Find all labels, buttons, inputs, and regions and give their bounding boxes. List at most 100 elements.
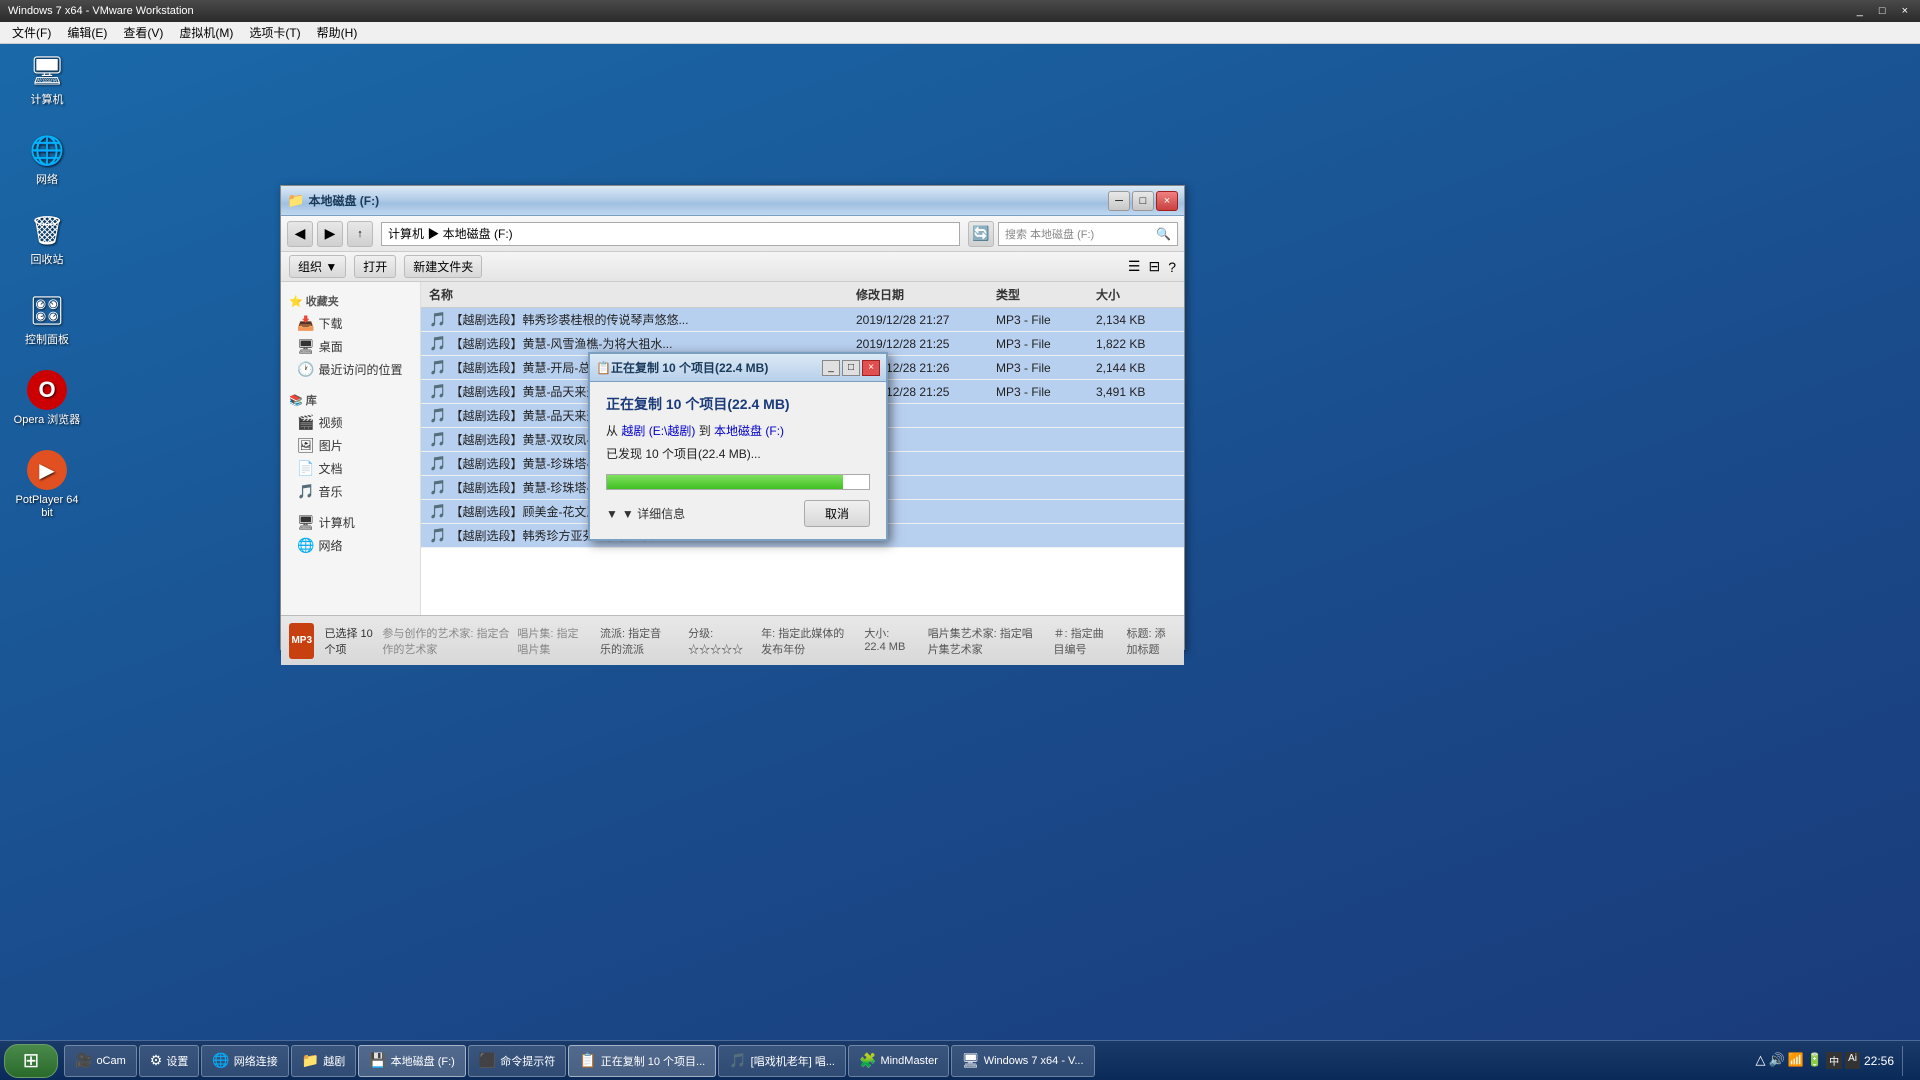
chevron-down-icon: ▼ [606, 507, 618, 521]
status-size: 大小: 22.4 MB [864, 625, 911, 657]
menu-view[interactable]: 查看(V) [115, 22, 171, 43]
desktop-icon-potplayer[interactable]: ▶ PotPlayer 64 bit [12, 450, 82, 520]
taskbar-btn-yuejiu[interactable]: 📁 越剧 [291, 1045, 356, 1077]
tray-expand[interactable]: △ [1756, 1052, 1766, 1069]
status-source: 流派: 指定音乐的流派 [600, 625, 672, 657]
taskbar: ⊞ 🎥 oCam ⚙ 设置 🌐 网络连接 📁 越剧 💾 本地磁盘 (F:) ⬛ … [0, 1040, 1920, 1080]
table-row[interactable]: 🎵【越剧选段】韩秀珍裘桂根的传说琴声悠悠... 2019/12/28 21:27… [421, 308, 1184, 332]
network-icon: 🌐 [27, 130, 67, 170]
dialog-titlebar: 📋 正在复制 10 个项目(22.4 MB) _ □ × [590, 354, 886, 382]
new-folder-button[interactable]: 新建文件夹 [404, 255, 482, 278]
taskbar-btn-copying[interactable]: 📋 正在复制 10 个项目... [568, 1045, 716, 1077]
maximize-button[interactable]: □ [1132, 191, 1154, 211]
sidebar-item-music[interactable]: 🎵 音乐 [281, 480, 420, 503]
sidebar-item-documents[interactable]: 📄 文档 [281, 457, 420, 480]
help-button[interactable]: ? [1168, 259, 1176, 275]
file-list-header: 名称 修改日期 类型 大小 [421, 282, 1184, 308]
opera-icon: O [27, 370, 67, 410]
sidebar-item-network[interactable]: 🌐 网络 [281, 534, 420, 557]
desktop-icon-computer[interactable]: 🖥 计算机 [12, 50, 82, 107]
vmware-minimize[interactable]: _ [1853, 5, 1867, 17]
taskbar-btn-cmd[interactable]: ⬛ 命令提示符 [468, 1045, 566, 1077]
up-button[interactable]: ↑ [347, 221, 373, 247]
cmd-icon: ⬛ [479, 1052, 496, 1069]
menu-tabs[interactable]: 选项卡(T) [241, 22, 308, 43]
tray-ime[interactable]: 中 [1826, 1052, 1842, 1069]
taskbar-btn-ocam[interactable]: 🎥 oCam [64, 1045, 137, 1077]
system-tray: △ 🔊 📶 🔋 中 Ai 22:56 [1748, 1046, 1917, 1076]
dialog-to-dest: 本地磁盘 (F:) [714, 424, 784, 438]
col-date[interactable]: 修改日期 [856, 286, 996, 303]
desktop-icon-controlpanel[interactable]: 🎛 控制面板 [12, 290, 82, 347]
progress-bar-container [606, 474, 870, 490]
dialog-close[interactable]: × [862, 360, 880, 376]
view-details[interactable]: ⊟ [1148, 258, 1160, 275]
desktop-icon-recycle[interactable]: 🗑 回收站 [12, 210, 82, 267]
address-bar[interactable]: 计算机 ▶ 本地磁盘 (F:) [381, 222, 960, 246]
dialog-content: 正在复制 10 个项目(22.4 MB) 从 越剧 (E:\越剧) 到 本地磁盘… [590, 382, 886, 539]
dialog-main-title: 正在复制 10 个项目(22.4 MB) [606, 394, 870, 414]
vmware-maximize[interactable]: □ [1875, 5, 1890, 17]
taskbar-btn-win7vm[interactable]: 🖥 Windows 7 x64 - V... [951, 1045, 1095, 1077]
cancel-button[interactable]: 取消 [804, 500, 870, 527]
close-button[interactable]: × [1156, 191, 1178, 211]
status-track: ＃: 指定曲目编号 [1054, 625, 1111, 657]
desktop-icon-opera[interactable]: O Opera 浏览器 [12, 370, 82, 427]
open-button[interactable]: 打开 [354, 255, 396, 278]
menu-vm[interactable]: 虚拟机(M) [171, 22, 241, 43]
organize-button[interactable]: 组织 ▼ [289, 255, 346, 278]
sidebar-item-download[interactable]: 📥 下载 [281, 312, 420, 335]
sidebar-item-video[interactable]: 🎬 视频 [281, 411, 420, 434]
tray-battery: 🔋 [1807, 1052, 1823, 1069]
menu-edit[interactable]: 编辑(E) [59, 22, 115, 43]
taskbar-btn-settings[interactable]: ⚙ 设置 [139, 1045, 200, 1077]
search-bar[interactable]: 搜索 本地磁盘 (F:) 🔍 [998, 222, 1178, 246]
sidebar-item-recent[interactable]: 🕐 最近访问的位置 [281, 358, 420, 381]
col-name[interactable]: 名称 [429, 286, 856, 303]
taskbar-btn-localdisk[interactable]: 💾 本地磁盘 (F:) [358, 1045, 466, 1077]
taskbar-btn-singclub[interactable]: 🎵 [唱戏机老年] 唱... [718, 1045, 846, 1077]
tray-sound[interactable]: 🔊 [1769, 1052, 1785, 1069]
dialog-from-path: (E:\越剧) [649, 424, 696, 438]
disk-icon: 💾 [369, 1052, 386, 1069]
status-year: 年: 指定此媒体的发布年份 [761, 625, 848, 657]
tray-network2[interactable]: 📶 [1788, 1052, 1804, 1069]
cmd-label: 命令提示符 [500, 1053, 555, 1069]
vmware-title: Windows 7 x64 - VMware Workstation [8, 5, 1845, 17]
taskbar-btn-mindmaster[interactable]: 🧩 MindMaster [848, 1045, 949, 1077]
dialog-minimize[interactable]: _ [822, 360, 840, 376]
col-type[interactable]: 类型 [996, 286, 1096, 303]
forward-button[interactable]: ▶ [317, 221, 343, 247]
desktop: 🖥 计算机 🌐 网络 🗑 回收站 🎛 控制面板 O Opera 浏览器 ▶ Po… [0, 0, 1920, 1080]
clock[interactable]: 22:56 [1864, 1054, 1894, 1068]
settings-icon: ⚙ [150, 1052, 163, 1069]
menu-file[interactable]: 文件(F) [4, 22, 59, 43]
sidebar-item-computer[interactable]: 🖥 计算机 [281, 511, 420, 534]
explorer-titlebar: 📁 本地磁盘 (F:) ─ □ × [281, 186, 1184, 216]
tray-ai[interactable]: Ai [1845, 1052, 1860, 1069]
dialog-footer: ▼ ▼ 详细信息 取消 [606, 500, 870, 527]
status-artist: 参与创作的艺术家: 指定合作的艺术家 [382, 625, 511, 657]
dialog-maximize[interactable]: □ [842, 360, 860, 376]
network-label: 网络连接 [234, 1053, 278, 1069]
favorites-title: ⭐ 收藏夹 [281, 290, 420, 312]
col-size[interactable]: 大小 [1096, 286, 1176, 303]
refresh-button[interactable]: 🔄 [968, 221, 994, 247]
dialog-from-source: 越剧 [621, 424, 645, 438]
localdisk-label: 本地磁盘 (F:) [391, 1053, 455, 1069]
recycle-icon: 🗑 [27, 210, 67, 250]
sidebar-computer: 🖥 计算机 🌐 网络 [281, 511, 420, 557]
details-toggle[interactable]: ▼ ▼ 详细信息 [606, 505, 685, 522]
back-button[interactable]: ◀ [287, 221, 313, 247]
sidebar-item-pictures[interactable]: 🖼 图片 [281, 434, 420, 457]
sidebar-item-desktop[interactable]: 🖥 桌面 [281, 335, 420, 358]
taskbar-btn-network[interactable]: 🌐 网络连接 [201, 1045, 288, 1077]
minimize-button[interactable]: ─ [1108, 191, 1130, 211]
view-toggle[interactable]: ☰ [1128, 258, 1141, 275]
sidebar-library: 📚 库 🎬 视频 🖼 图片 📄 文档 🎵 [281, 389, 420, 503]
vmware-close[interactable]: × [1898, 5, 1912, 17]
show-desktop[interactable] [1902, 1046, 1908, 1076]
desktop-icon-network[interactable]: 🌐 网络 [12, 130, 82, 187]
start-button[interactable]: ⊞ [4, 1044, 58, 1078]
menu-help[interactable]: 帮助(H) [309, 22, 366, 43]
